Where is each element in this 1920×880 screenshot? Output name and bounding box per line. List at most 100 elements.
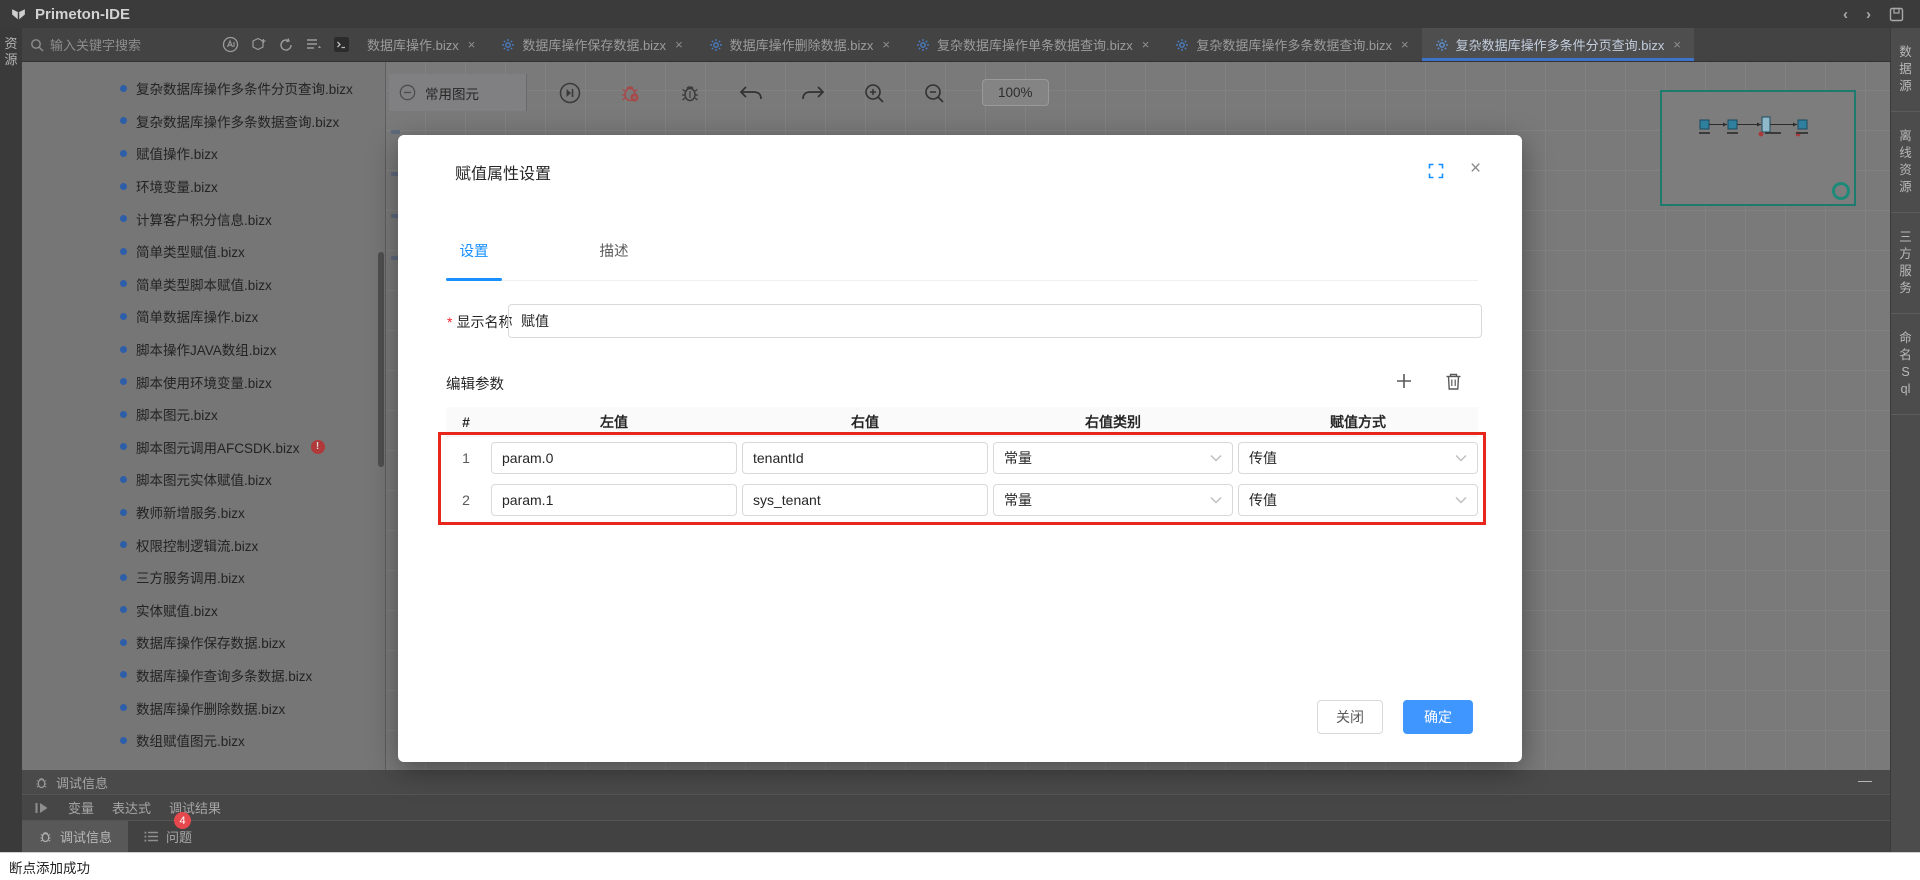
tab-complex-paged-query-active[interactable]: 复杂数据库操作多条件分页查询.bizx ×	[1422, 28, 1694, 61]
tab-close-icon[interactable]: ×	[1673, 37, 1681, 52]
dialog-close-icon[interactable]: ×	[1470, 158, 1481, 180]
file-name: 简单数据库操作.bizx	[136, 306, 258, 326]
tab-close-icon[interactable]: ×	[468, 37, 476, 52]
file-item[interactable]: 简单数据库操作.bizx	[22, 300, 385, 333]
file-item[interactable]: 简单类型赋值.bizx	[22, 235, 385, 268]
app-title: Primeton-IDE	[35, 6, 130, 23]
save-layout-icon[interactable]	[1889, 7, 1904, 22]
confirm-button[interactable]: 确定	[1403, 700, 1473, 734]
tab-close-icon[interactable]: ×	[1142, 37, 1150, 52]
refresh-icon[interactable]	[278, 37, 294, 53]
list-icon	[144, 830, 159, 843]
col-index: #	[446, 414, 486, 430]
rail-label: 离线资源	[1899, 128, 1913, 196]
left-value-input[interactable]: param.1	[491, 484, 737, 516]
editor-mode-icon[interactable]	[333, 36, 350, 53]
palette-header[interactable]: 常用图元	[389, 74, 527, 111]
tab-db-save[interactable]: 数据库操作保存数据.bizx ×	[488, 28, 695, 61]
ai-assist-icon[interactable]	[222, 36, 239, 53]
file-item[interactable]: 脚本图元.bizx	[22, 398, 385, 431]
dialog-tab-settings[interactable]: 设置	[446, 240, 502, 261]
right-value-input[interactable]: tenantId	[742, 442, 988, 474]
nav-back-icon[interactable]: ‹	[1843, 6, 1848, 23]
file-item[interactable]: 脚本图元调用AFCSDK.bizx!	[22, 431, 385, 464]
notification-badge: 4	[174, 812, 191, 829]
stop-debug-icon[interactable]	[618, 81, 642, 105]
rail-resources-label[interactable]: 资源	[4, 36, 18, 68]
run-to-icon[interactable]	[558, 81, 582, 105]
right-type-text: 常量	[1004, 490, 1032, 510]
rail-datasource[interactable]: 数据源	[1891, 28, 1920, 112]
tab-label: 复杂数据库操作多条件分页查询.bizx	[1456, 35, 1665, 54]
dialog-tab-description[interactable]: 描述	[586, 240, 642, 261]
chevron-down-icon	[1455, 496, 1467, 504]
file-item[interactable]: 脚本使用环境变量.bizx	[22, 365, 385, 398]
tab-close-icon[interactable]: ×	[882, 37, 890, 52]
zoom-level-display[interactable]: 100%	[982, 79, 1049, 106]
file-item[interactable]: 数组赋值图元.bizx	[22, 724, 385, 757]
file-item[interactable]: 三方服务调用.bizx	[22, 561, 385, 594]
step-play-icon[interactable]	[34, 801, 50, 815]
file-item[interactable]: 数据库操作查询多条数据.bizx	[22, 659, 385, 692]
rail-named-sql[interactable]: 命名Sql	[1891, 314, 1920, 415]
fullscreen-icon[interactable]	[1428, 163, 1444, 179]
rail-offline-resource[interactable]: 离线资源	[1891, 112, 1920, 213]
subtab-variables[interactable]: 变量	[68, 798, 94, 817]
sidebar-scrollbar[interactable]	[378, 252, 384, 467]
subtab-expressions[interactable]: 表达式	[112, 798, 151, 817]
right-type-select[interactable]: 常量	[993, 484, 1233, 516]
file-item[interactable]: 数据库操作保存数据.bizx	[22, 626, 385, 659]
undo-icon[interactable]	[738, 82, 764, 104]
tab-close-icon[interactable]: ×	[675, 37, 683, 52]
file-item[interactable]: 实体赋值.bizx	[22, 594, 385, 627]
bullet-icon	[120, 280, 127, 287]
tab-complex-single-query[interactable]: 复杂数据库操作单条数据查询.bizx ×	[903, 28, 1162, 61]
tab-label: 复杂数据库操作单条数据查询.bizx	[937, 35, 1133, 54]
tab-db-delete[interactable]: 数据库操作删除数据.bizx ×	[696, 28, 903, 61]
right-value-input[interactable]: sys_tenant	[742, 484, 988, 516]
zoom-in-icon[interactable]	[862, 81, 886, 105]
nav-forward-icon[interactable]: ›	[1866, 6, 1871, 23]
redo-icon[interactable]	[800, 82, 826, 104]
right-type-select[interactable]: 常量	[993, 442, 1233, 474]
file-item[interactable]: 脚本图元实体赋值.bizx	[22, 463, 385, 496]
debug-header[interactable]: 调试信息 —	[22, 770, 1890, 795]
left-value-input[interactable]: param.0	[491, 442, 737, 474]
search-input[interactable]: 输入关键字搜索	[22, 35, 222, 54]
rail-third-party-service[interactable]: 三方服务	[1891, 213, 1920, 314]
sort-list-icon[interactable]	[305, 37, 322, 52]
tab-close-icon[interactable]: ×	[1401, 37, 1409, 52]
file-item[interactable]: 计算客户积分信息.bizx	[22, 202, 385, 235]
debug-panel: 调试信息 — 变量 表达式 调试结果 4 调试信息 问题	[22, 770, 1890, 852]
file-item[interactable]: 教师新增服务.bizx	[22, 496, 385, 529]
bottom-tab-problems[interactable]: 问题	[128, 821, 208, 852]
tab-db-operate[interactable]: 数据库操作.bizx ×	[354, 28, 488, 61]
file-item[interactable]: 脚本操作JAVA数组.bizx	[22, 333, 385, 366]
new-model-icon[interactable]	[250, 36, 267, 53]
file-item[interactable]: 数据库操作删除数据.bizx	[22, 691, 385, 724]
bottom-tab-debug-info[interactable]: 调试信息	[22, 821, 128, 852]
add-param-icon[interactable]	[1394, 371, 1414, 391]
assign-mode-select[interactable]: 传值	[1238, 484, 1478, 516]
file-item[interactable]: 权限控制逻辑流.bizx	[22, 528, 385, 561]
file-item[interactable]: 赋值操作.bizx	[22, 137, 385, 170]
delete-param-icon[interactable]	[1444, 372, 1463, 391]
right-panel-rail: 数据源 离线资源 三方服务 命名Sql	[1890, 28, 1920, 852]
collapse-circle-icon[interactable]	[399, 84, 416, 101]
tab-complex-multi-query[interactable]: 复杂数据库操作多条数据查询.bizx ×	[1162, 28, 1421, 61]
file-name: 环境变量.bizx	[136, 176, 218, 196]
file-item[interactable]: 复杂数据库操作多条件分页查询.bizx	[22, 72, 385, 105]
close-button[interactable]: 关闭	[1317, 700, 1383, 734]
zoom-out-icon[interactable]	[922, 81, 946, 105]
minimap[interactable]	[1660, 90, 1856, 206]
assign-mode-select[interactable]: 传值	[1238, 442, 1478, 474]
minimize-panel-icon[interactable]: —	[1858, 772, 1872, 788]
assign-mode-text: 传值	[1249, 490, 1277, 510]
display-name-input[interactable]: 赋值	[508, 304, 1482, 338]
col-left-value: 左值	[491, 412, 737, 432]
file-item[interactable]: 复杂数据库操作多条数据查询.bizx	[22, 105, 385, 138]
file-item[interactable]: 环境变量.bizx	[22, 170, 385, 203]
row-index: 1	[446, 450, 486, 466]
debug-icon[interactable]	[678, 81, 702, 105]
file-item[interactable]: 简单类型脚本赋值.bizx	[22, 268, 385, 301]
